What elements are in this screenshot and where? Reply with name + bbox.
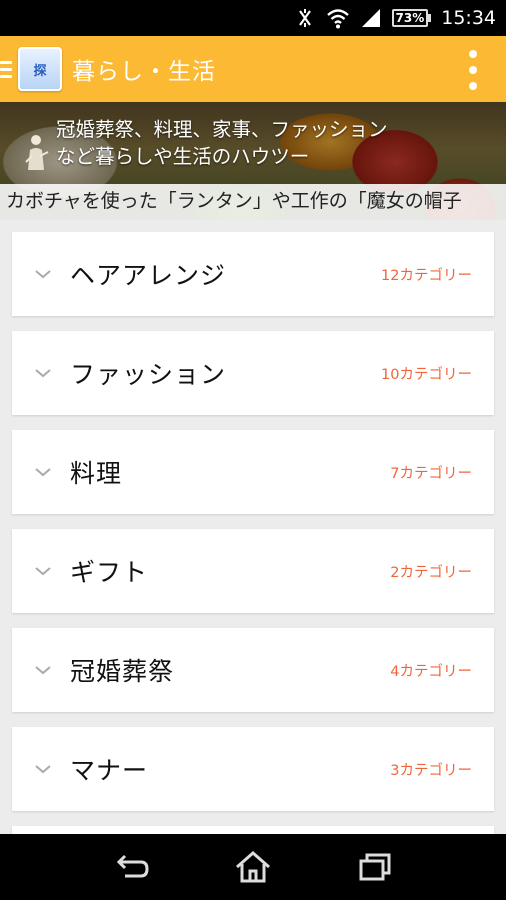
category-count: 10カテゴリー [381, 366, 472, 383]
category-count: 4カテゴリー [390, 663, 472, 680]
chevron-down-icon [12, 268, 70, 280]
category-title: ギフト [70, 558, 149, 587]
category-item-gift[interactable]: ギフト 2カテゴリー [12, 529, 494, 613]
news-ticker[interactable]: カボチャを使った「ランタン」や工作の「魔女の帽子 [0, 184, 506, 220]
category-item-partial[interactable] [12, 826, 494, 834]
chevron-down-icon [12, 367, 70, 379]
banner-headline-line2: など暮らしや生活のハウツー [56, 145, 310, 168]
clock: 15:34 [441, 7, 496, 29]
category-item-manners[interactable]: マナー 3カテゴリー [12, 727, 494, 811]
category-title: マナー [70, 756, 149, 785]
category-count: 12カテゴリー [381, 267, 472, 284]
status-bar: 73% 15:34 [0, 0, 506, 36]
category-count: 2カテゴリー [390, 564, 472, 581]
chevron-down-icon [12, 466, 70, 478]
back-icon[interactable] [107, 847, 155, 887]
overflow-menu-icon[interactable] [468, 50, 478, 90]
recent-apps-icon[interactable] [351, 847, 399, 887]
battery-icon: 73% [391, 9, 432, 27]
category-title: 料理 [70, 459, 123, 488]
page-title: 暮らし・生活 [72, 59, 216, 85]
category-title: 冠婚葬祭 [70, 657, 175, 686]
category-count: 7カテゴリー [390, 465, 472, 482]
category-item-hair-arrange[interactable]: ヘアアレンジ 12カテゴリー [12, 232, 494, 316]
chevron-down-icon [12, 565, 70, 577]
app-bar: 探 暮らし・生活 [0, 36, 506, 102]
battery-level: 73% [391, 9, 429, 27]
app-logo[interactable]: 探 [18, 47, 62, 91]
system-nav-bar [0, 834, 506, 900]
category-item-fashion[interactable]: ファッション 10カテゴリー [12, 331, 494, 415]
home-icon[interactable] [229, 847, 277, 887]
chevron-down-icon [12, 763, 70, 775]
banner-headline: 冠婚葬祭、料理、家事、ファッション など暮らしや生活のハウツー [56, 116, 486, 170]
wifi-icon [326, 7, 350, 29]
nfc-off-icon [294, 7, 316, 29]
nav-drawer-icon[interactable] [0, 36, 14, 102]
category-list: ヘアアレンジ 12カテゴリー ファッション 10カテゴリー 料理 7カテゴリー … [0, 220, 506, 834]
chevron-down-icon [12, 664, 70, 676]
person-icon [25, 135, 49, 170]
category-title: ファッション [70, 360, 227, 389]
category-count: 3カテゴリー [390, 762, 472, 779]
category-item-ceremonies[interactable]: 冠婚葬祭 4カテゴリー [12, 628, 494, 712]
banner-headline-line1: 冠婚葬祭、料理、家事、ファッション [56, 118, 388, 141]
signal-icon [360, 7, 382, 29]
category-title: ヘアアレンジ [70, 261, 227, 290]
category-item-cooking[interactable]: 料理 7カテゴリー [12, 430, 494, 514]
